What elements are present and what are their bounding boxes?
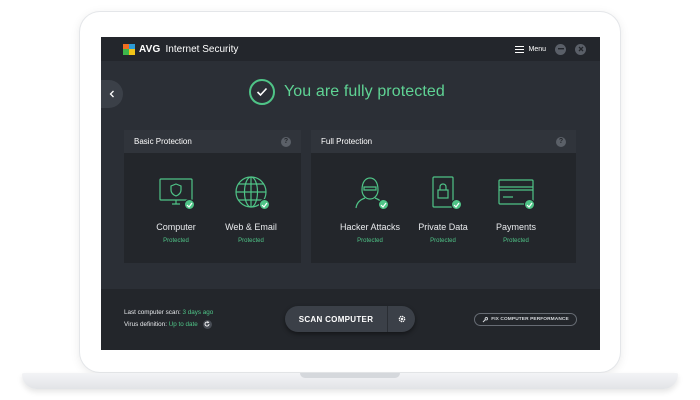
- close-icon: [578, 46, 583, 52]
- check-badge-icon: [184, 199, 195, 210]
- hamburger-icon: [515, 45, 525, 53]
- tile-payments[interactable]: Payments Protected: [477, 175, 555, 244]
- gear-icon: [398, 315, 405, 323]
- chevron-left-icon: [109, 90, 114, 98]
- hacker-icon: [350, 175, 390, 210]
- basic-protection-panel: Basic Protection ? Computer Protected We…: [124, 130, 301, 263]
- virus-definition-value: Up to date: [168, 321, 198, 328]
- window-controls: Menu: [515, 43, 586, 55]
- menu-label: Menu: [528, 45, 546, 53]
- tile-web-email[interactable]: Web & Email Protected: [216, 175, 286, 244]
- scan-settings-button[interactable]: [388, 306, 415, 332]
- tile-title: Hacker Attacks: [339, 222, 401, 232]
- product-name: Internet Security: [165, 43, 239, 55]
- logo-square-yellow: [129, 49, 135, 55]
- tile-computer[interactable]: Computer Protected: [136, 175, 216, 244]
- virus-definition-row: Virus definition: Up to date: [124, 319, 213, 331]
- scan-control: SCAN COMPUTER: [285, 306, 415, 332]
- protection-status: You are fully protected: [249, 79, 445, 105]
- check-badge-icon: [378, 199, 389, 210]
- tile-title: Web & Email: [225, 222, 277, 232]
- back-button[interactable]: [101, 80, 123, 108]
- check-badge-icon: [451, 199, 462, 210]
- tile-status: Protected: [238, 238, 264, 244]
- fix-performance-label: FIX COMPUTER PERFORMANCE: [491, 317, 569, 322]
- status-check-icon: [249, 79, 275, 105]
- panel-title: Full Protection: [321, 137, 373, 146]
- last-scan-label: Last computer scan:: [124, 309, 181, 316]
- laptop-notch: [300, 373, 400, 378]
- tile-hacker-attacks[interactable]: Hacker Attacks Protected: [331, 175, 409, 244]
- scan-info: Last computer scan: 3 days ago Virus def…: [124, 307, 213, 331]
- tile-title: Computer: [156, 222, 196, 232]
- app-window: AVG Internet Security Menu You are fully…: [101, 37, 600, 350]
- tile-status: Protected: [430, 238, 456, 244]
- refresh-icon: [204, 321, 210, 327]
- last-scan-row: Last computer scan: 3 days ago: [124, 307, 213, 319]
- panel-title: Basic Protection: [134, 137, 192, 146]
- menu-button[interactable]: Menu: [515, 45, 546, 53]
- tile-status: Protected: [503, 238, 529, 244]
- avg-logo: AVG: [123, 43, 161, 55]
- bottom-bar: Last computer scan: 3 days ago Virus def…: [101, 289, 600, 350]
- tile-title: Payments: [495, 222, 537, 232]
- tile-status: Protected: [357, 238, 383, 244]
- virus-definition-label: Virus definition:: [124, 321, 167, 328]
- credit-card-icon: [496, 175, 536, 210]
- check-badge-icon: [259, 199, 270, 210]
- last-scan-value[interactable]: 3 days ago: [182, 309, 213, 316]
- globe-icon: [231, 175, 271, 210]
- tile-title: Private Data: [418, 222, 468, 232]
- check-badge-icon: [524, 199, 535, 210]
- lock-document-icon: [423, 175, 463, 210]
- title-bar: AVG Internet Security Menu: [101, 37, 600, 61]
- panel-header: Basic Protection ?: [124, 130, 301, 153]
- tile-private-data[interactable]: Private Data Protected: [409, 175, 477, 244]
- avg-logo-icon: [123, 43, 135, 55]
- monitor-shield-icon: [156, 175, 196, 210]
- help-button[interactable]: ?: [556, 136, 566, 147]
- close-button[interactable]: [575, 43, 586, 55]
- fix-performance-button[interactable]: FIX COMPUTER PERFORMANCE: [474, 313, 577, 326]
- minimize-icon: [557, 48, 564, 50]
- brand-name: AVG: [139, 43, 161, 55]
- full-protection-panel: Full Protection ? Hacker Attacks Protect…: [311, 130, 576, 263]
- scan-computer-button[interactable]: SCAN COMPUTER: [285, 315, 387, 324]
- wrench-icon: [482, 316, 489, 322]
- help-button[interactable]: ?: [281, 136, 291, 147]
- refresh-button[interactable]: [202, 319, 212, 329]
- tile-status: Protected: [163, 238, 189, 244]
- minimize-button[interactable]: [555, 43, 566, 55]
- panel-header: Full Protection ?: [311, 130, 576, 153]
- status-text: You are fully protected: [284, 83, 445, 100]
